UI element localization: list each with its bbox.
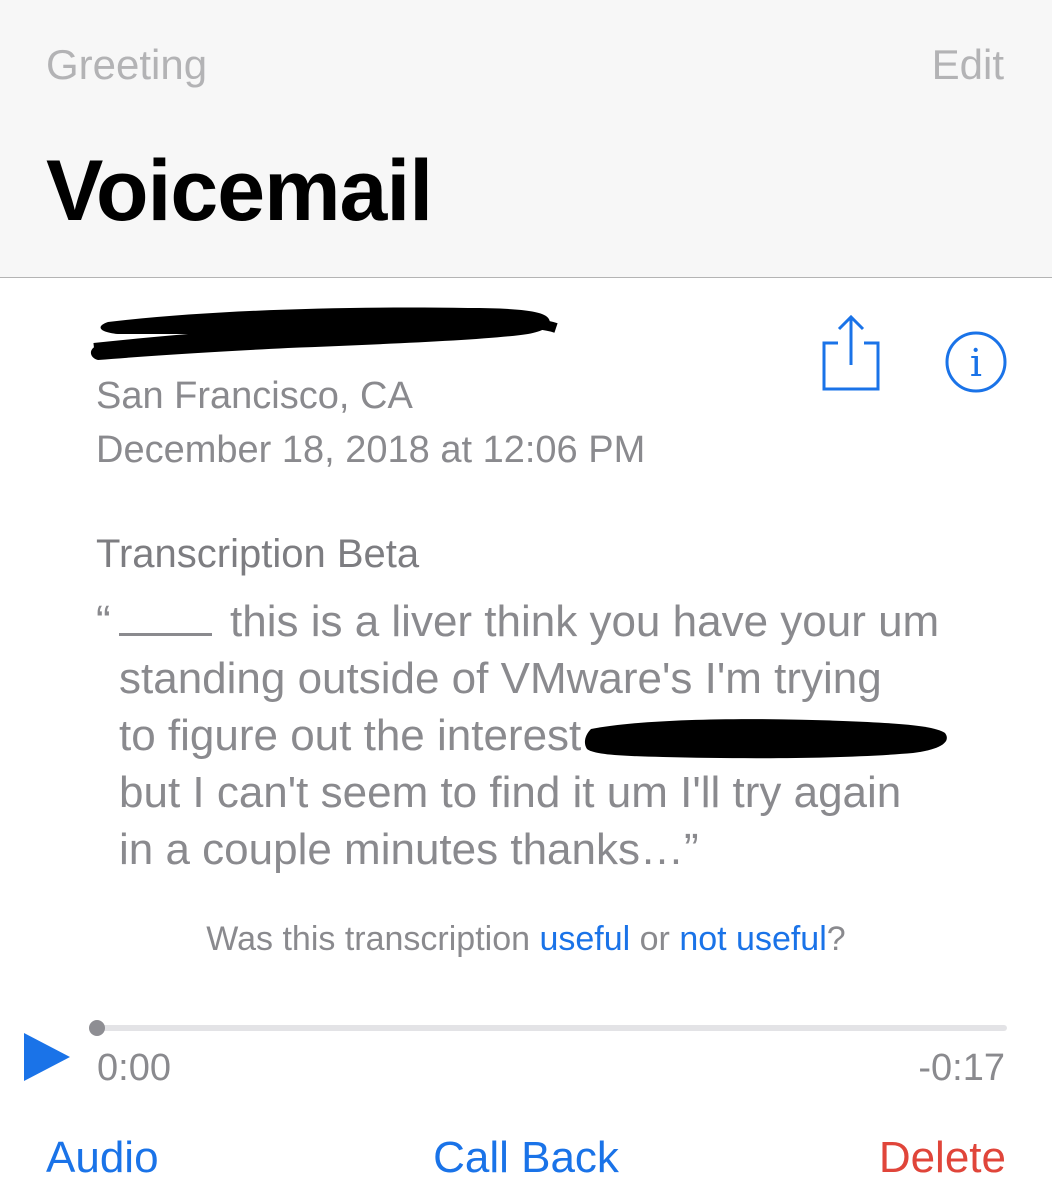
elapsed-time: 0:00 bbox=[97, 1047, 171, 1089]
inaudible-blank bbox=[119, 595, 212, 636]
transcript-line-2: standing outside of VMware's I'm trying bbox=[119, 654, 882, 703]
page-title: Voicemail bbox=[46, 143, 433, 239]
redacted-text bbox=[585, 719, 948, 759]
call-back-button[interactable]: Call Back bbox=[433, 1133, 619, 1182]
transcript-line-4: but I can't seem to find it um I'll try … bbox=[119, 768, 902, 817]
greeting-button[interactable]: Greeting bbox=[46, 44, 207, 86]
redacted-caller-name bbox=[90, 307, 558, 360]
transcription-label: Transcription Beta bbox=[96, 532, 420, 576]
remaining-time: -0:17 bbox=[918, 1047, 1005, 1089]
transcript-line-3: to figure out the interest bbox=[96, 707, 1016, 764]
share-icon[interactable] bbox=[818, 313, 884, 393]
navigation-bar: Greeting Edit Voicemail bbox=[0, 0, 1052, 278]
transcription-feedback: Was this transcription useful or not use… bbox=[206, 920, 846, 958]
useful-link[interactable]: useful bbox=[539, 920, 630, 958]
play-icon[interactable] bbox=[22, 1031, 72, 1083]
transcript-line-1: “this is a liver think you have your um bbox=[96, 595, 940, 646]
caller-location: San Francisco, CA bbox=[96, 375, 413, 417]
transcription-text: “this is a liver think you have your um … bbox=[96, 593, 1016, 878]
delete-button[interactable]: Delete bbox=[879, 1136, 1006, 1180]
scrubber-thumb[interactable] bbox=[89, 1020, 105, 1036]
not-useful-link[interactable]: not useful bbox=[679, 920, 826, 958]
edit-button[interactable]: Edit bbox=[932, 44, 1004, 86]
playback-scrubber[interactable] bbox=[89, 1020, 1007, 1036]
transcript-line-5: in a couple minutes thanks…” bbox=[119, 825, 699, 874]
voicemail-datetime: December 18, 2018 at 12:06 PM bbox=[96, 429, 646, 471]
svg-text:i: i bbox=[970, 341, 982, 385]
info-icon[interactable]: i bbox=[944, 330, 1008, 394]
